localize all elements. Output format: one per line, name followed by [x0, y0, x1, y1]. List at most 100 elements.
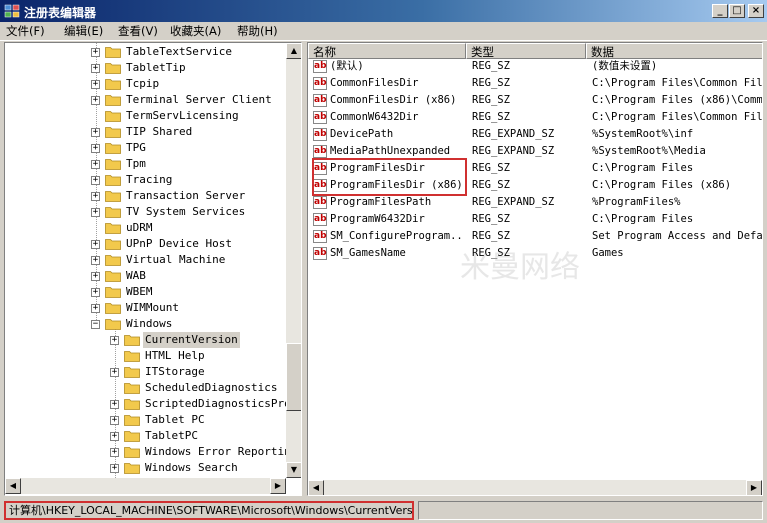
string-value-icon: ab: [313, 230, 327, 243]
tree-item[interactable]: + WBEM: [5, 284, 286, 300]
value-name: ProgramW6432Dir: [330, 213, 425, 225]
tree-item[interactable]: + Tablet PC: [5, 412, 286, 428]
column-header-name[interactable]: 名称: [308, 43, 466, 59]
tree-item[interactable]: ScheduledDiagnostics: [5, 380, 286, 396]
value-row[interactable]: ab (默认) REG_SZ (数值未设置): [308, 58, 762, 75]
menu-file[interactable]: 文件(F): [6, 24, 45, 39]
tree-horizontal-scrollbar[interactable]: ◀ ▶: [5, 478, 286, 494]
expand-plus-icon[interactable]: +: [91, 304, 100, 313]
expand-plus-icon[interactable]: +: [91, 160, 100, 169]
expand-plus-icon[interactable]: +: [91, 240, 100, 249]
tree-item[interactable]: + Tracing: [5, 172, 286, 188]
tree-item[interactable]: + Windows Search: [5, 460, 286, 476]
expand-plus-icon[interactable]: +: [91, 176, 100, 185]
folder-icon: [105, 287, 121, 298]
string-value-icon: ab: [313, 94, 327, 107]
folder-icon: [105, 191, 121, 202]
scroll-up-arrow-icon[interactable]: ▲: [286, 43, 301, 59]
expand-plus-icon[interactable]: +: [91, 80, 100, 89]
tree-item[interactable]: uDRM: [5, 220, 286, 236]
menu-edit[interactable]: 编辑(E): [64, 24, 103, 39]
expand-plus-icon[interactable]: +: [91, 288, 100, 297]
value-type: REG_SZ: [472, 77, 510, 89]
tree-item[interactable]: + TableTextService: [5, 44, 286, 60]
menu-favorites[interactable]: 收藏夹(A): [170, 24, 221, 39]
expand-plus-icon[interactable]: +: [110, 416, 119, 425]
expand-plus-icon[interactable]: +: [110, 368, 119, 377]
value-name: ProgramFilesPath: [330, 196, 432, 208]
tree-item[interactable]: + ITStorage: [5, 364, 286, 380]
value-type: REG_EXPAND_SZ: [472, 145, 555, 157]
tree-item[interactable]: HTML Help: [5, 348, 286, 364]
tree-vertical-scrollbar[interactable]: ▲ ▼: [286, 43, 301, 478]
tree-item[interactable]: + TPG: [5, 140, 286, 156]
tree-item-label: TermServLicensing: [126, 109, 239, 122]
maximize-button[interactable]: □: [729, 4, 745, 18]
scroll-left-arrow-icon[interactable]: ◀: [308, 480, 324, 495]
registry-tree: + TableTextService + TabletTip + Tcpip + Termin…: [5, 43, 286, 478]
tree-item[interactable]: + TabletPC: [5, 428, 286, 444]
minimize-button[interactable]: _: [712, 4, 728, 18]
tree-item[interactable]: + Transaction Server: [5, 188, 286, 204]
tree-item[interactable]: + Terminal Server Client: [5, 92, 286, 108]
tree-item[interactable]: + Tpm: [5, 156, 286, 172]
menu-help[interactable]: 帮助(H): [237, 24, 278, 39]
scroll-right-arrow-icon[interactable]: ▶: [270, 478, 286, 494]
tree-item[interactable]: + TIP Shared: [5, 124, 286, 140]
values-horizontal-scrollbar[interactable]: ◀ ▶: [308, 480, 762, 495]
tree-item-label: Terminal Server Client: [126, 93, 272, 106]
tree-item[interactable]: + TabletTip: [5, 60, 286, 76]
tree-item[interactable]: + UPnP Device Host: [5, 236, 286, 252]
menu-view[interactable]: 查看(V): [118, 24, 158, 39]
value-data: C:\Program Files: [592, 162, 694, 174]
expand-plus-icon[interactable]: +: [91, 128, 100, 137]
tree-item[interactable]: − Windows: [5, 316, 286, 332]
tree-item[interactable]: + WAB: [5, 268, 286, 284]
expand-plus-icon[interactable]: +: [110, 448, 119, 457]
value-row[interactable]: ab DevicePath REG_EXPAND_SZ %SystemRoot%\in…: [308, 126, 762, 143]
value-row[interactable]: ab ProgramFilesPath REG_EXPAND_SZ %ProgramF…: [308, 194, 762, 211]
expand-plus-icon[interactable]: +: [91, 192, 100, 201]
expand-plus-icon[interactable]: +: [110, 400, 119, 409]
tree-item[interactable]: + Virtual Machine: [5, 252, 286, 268]
expand-plus-icon[interactable]: +: [110, 336, 119, 345]
value-row[interactable]: ab CommonW6432Dir REG_SZ C:\Program Files\C…: [308, 109, 762, 126]
tree-item[interactable]: + TV System Services: [5, 204, 286, 220]
close-button[interactable]: ×: [748, 4, 764, 18]
tree-item-label: TableTextService: [126, 45, 232, 58]
expand-plus-icon[interactable]: +: [91, 64, 100, 73]
tree-item-label: ITStorage: [145, 365, 205, 378]
tree-scroll-thumb[interactable]: [286, 343, 301, 411]
column-header-data[interactable]: 数据: [586, 43, 762, 59]
tree-item[interactable]: + WIMMount: [5, 300, 286, 316]
tree-item[interactable]: + ScriptedDiagnosticsProvi: [5, 396, 286, 412]
expand-plus-icon[interactable]: +: [110, 464, 119, 473]
expand-plus-icon[interactable]: +: [91, 96, 100, 105]
value-data: (数值未设置): [592, 60, 658, 72]
scroll-right-arrow-icon[interactable]: ▶: [746, 480, 762, 495]
value-name: (默认): [330, 60, 364, 72]
column-header-type[interactable]: 类型: [466, 43, 586, 59]
expand-plus-icon[interactable]: +: [91, 272, 100, 281]
tree-item[interactable]: + CurrentVersion: [5, 332, 286, 348]
tree-item[interactable]: + Windows Error Reporting: [5, 444, 286, 460]
expand-plus-icon[interactable]: +: [91, 256, 100, 265]
tree-item[interactable]: TermServLicensing: [5, 108, 286, 124]
tree-item[interactable]: + Tcpip: [5, 76, 286, 92]
value-type: REG_SZ: [472, 111, 510, 123]
value-row[interactable]: ab CommonFilesDir (x86) REG_SZ C:\Program F…: [308, 92, 762, 109]
string-value-icon: ab: [313, 247, 327, 260]
value-row[interactable]: ab CommonFilesDir REG_SZ C:\Program Files\C…: [308, 75, 762, 92]
scroll-down-arrow-icon[interactable]: ▼: [286, 462, 301, 478]
expand-plus-icon[interactable]: +: [110, 432, 119, 441]
registry-tree-pane[interactable]: + TableTextService + TabletTip + Tcpip + Termin…: [4, 42, 302, 496]
value-row[interactable]: ab ProgramW6432Dir REG_SZ C:\Program Files: [308, 211, 762, 228]
string-value-icon: ab: [313, 196, 327, 209]
value-type: REG_EXPAND_SZ: [472, 196, 555, 208]
collapse-minus-icon[interactable]: −: [91, 320, 100, 329]
expand-plus-icon[interactable]: +: [91, 144, 100, 153]
expand-plus-icon[interactable]: +: [91, 208, 100, 217]
string-value-icon: ab: [313, 111, 327, 124]
expand-plus-icon[interactable]: +: [91, 48, 100, 57]
scroll-left-arrow-icon[interactable]: ◀: [5, 478, 21, 494]
